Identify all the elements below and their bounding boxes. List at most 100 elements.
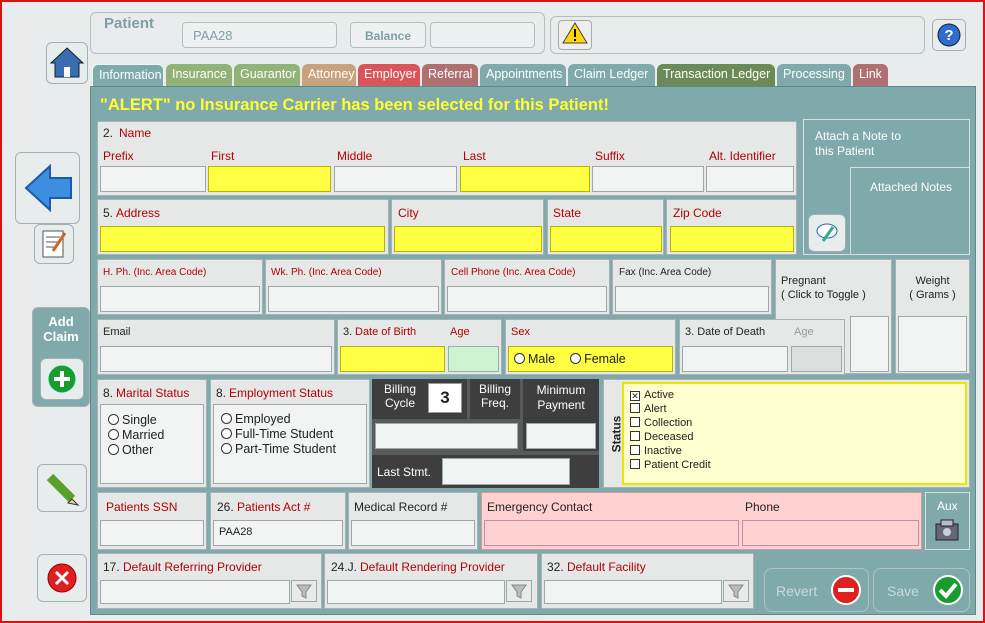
last-stmt-input[interactable]	[442, 458, 570, 485]
middle-label: Middle	[337, 149, 373, 163]
alt-id-input[interactable]	[706, 166, 794, 192]
weight-input[interactable]	[898, 316, 967, 372]
pregnant-indicator[interactable]	[850, 316, 889, 372]
checkbox-icon[interactable]	[630, 445, 640, 455]
dod-age-label: Age	[794, 326, 814, 338]
home-phone-input[interactable]	[100, 286, 260, 312]
emergency-contact-input[interactable]	[484, 520, 739, 546]
address-input[interactable]	[100, 226, 385, 252]
tab-link[interactable]: Link	[853, 64, 888, 86]
middle-name-input[interactable]	[334, 166, 457, 192]
tab-attorney[interactable]: Attorney	[302, 64, 356, 86]
account-input[interactable]: PAA28	[213, 520, 343, 546]
status-item-label: Active	[644, 389, 674, 401]
emergency-phone-label: Phone	[745, 500, 780, 514]
tab-processing[interactable]: Processing	[777, 64, 851, 86]
dod-age-display	[791, 346, 842, 372]
edit-note-button[interactable]	[34, 224, 74, 264]
city-label: City	[398, 206, 419, 220]
employment-part-time[interactable]: Part-Time Student	[221, 442, 366, 457]
status-item[interactable]: ✕ Active	[630, 388, 965, 402]
status-item[interactable]: Patient Credit	[630, 458, 965, 472]
tab-guarantor[interactable]: Guarantor	[234, 64, 300, 86]
alert-message: "ALERT" no Insurance Carrier has been se…	[100, 96, 609, 114]
fax-input[interactable]	[615, 286, 769, 312]
alt-id-label: Alt. Identifier	[709, 149, 776, 163]
zip-input[interactable]	[670, 226, 794, 252]
aux-label: Aux	[937, 499, 958, 513]
rendering-label: Default Rendering Provider	[360, 560, 505, 574]
employment-title: Employment Status	[229, 386, 334, 400]
checkbox-icon[interactable]	[630, 431, 640, 441]
edit-button[interactable]	[37, 464, 87, 512]
billing-freq-input[interactable]	[375, 423, 518, 449]
close-button[interactable]	[37, 554, 87, 602]
checkbox-icon[interactable]	[630, 417, 640, 427]
state-input[interactable]	[550, 226, 662, 252]
sex-male-option[interactable]: Male	[514, 352, 555, 366]
ssn-input[interactable]	[100, 520, 204, 546]
status-item[interactable]: Deceased	[630, 430, 965, 444]
status-item[interactable]: Alert	[630, 402, 965, 416]
rendering-filter-icon[interactable]	[506, 580, 532, 602]
employment-full-time[interactable]: Full-Time Student	[221, 427, 366, 442]
min-payment-input[interactable]	[526, 423, 596, 449]
work-phone-input[interactable]	[268, 286, 439, 312]
first-name-input[interactable]	[208, 166, 331, 192]
prefix-input[interactable]	[100, 166, 206, 192]
referring-provider-select[interactable]	[100, 580, 290, 604]
tab-information[interactable]: Information	[92, 64, 164, 88]
zip-label: Zip Code	[673, 206, 722, 220]
facility-select[interactable]	[544, 580, 722, 604]
tab-claim-ledger[interactable]: Claim Ledger	[568, 64, 655, 86]
facility-num: 32.	[547, 560, 564, 574]
marital-title: Marital Status	[116, 386, 190, 400]
back-button[interactable]	[15, 152, 80, 224]
tab-transaction-ledger[interactable]: Transaction Ledger	[657, 64, 775, 86]
home-button[interactable]	[46, 42, 88, 84]
sex-female-option[interactable]: Female	[570, 352, 626, 366]
checkbox-icon[interactable]	[630, 403, 640, 413]
dob-input[interactable]	[340, 346, 445, 372]
cell-phone-input[interactable]	[447, 286, 607, 312]
mrn-input[interactable]	[351, 520, 475, 546]
dob-label: Date of Birth	[355, 326, 417, 338]
patient-id-field[interactable]: PAA28	[182, 22, 337, 48]
referring-filter-icon[interactable]	[291, 580, 317, 602]
dod-input[interactable]	[682, 346, 788, 372]
rendering-num: 24.J.	[331, 560, 358, 574]
tab-insurance[interactable]: Insurance	[166, 64, 232, 86]
age-display	[448, 346, 499, 372]
last-stmt-label: Last Stmt.	[377, 465, 432, 479]
tab-appointments[interactable]: Appointments	[480, 64, 566, 86]
billing-cycle-value[interactable]: 3	[428, 383, 462, 413]
employment-options: Employed Full-Time Student Part-Time Stu…	[213, 404, 367, 484]
employment-employed[interactable]: Employed	[221, 412, 366, 427]
last-name-input[interactable]	[460, 166, 590, 192]
add-claim-button[interactable]	[40, 358, 84, 400]
status-item[interactable]: Collection	[630, 416, 965, 430]
city-input[interactable]	[394, 226, 542, 252]
marital-other[interactable]: Other	[108, 443, 203, 458]
checked-checkbox-icon[interactable]: ✕	[630, 391, 640, 401]
add-note-button[interactable]	[808, 214, 846, 252]
fax-label: Fax (Inc. Area Code)	[619, 267, 712, 278]
help-icon[interactable]: ?	[932, 19, 966, 51]
referring-num: 17.	[103, 560, 120, 574]
status-item[interactable]: Inactive	[630, 444, 965, 458]
checkbox-icon[interactable]	[630, 459, 640, 469]
email-input[interactable]	[100, 346, 332, 372]
emergency-phone-input[interactable]	[742, 520, 919, 546]
aux-icon[interactable]	[932, 516, 964, 544]
tab-referral[interactable]: Referral	[422, 64, 478, 86]
ssn-label: Patients SSN	[106, 500, 178, 514]
marital-married[interactable]: Married	[108, 428, 203, 443]
marital-single[interactable]: Single	[108, 413, 203, 428]
warning-icon[interactable]	[558, 20, 592, 50]
employment-num: 8.	[216, 386, 227, 400]
rendering-provider-select[interactable]	[327, 580, 505, 604]
suffix-input[interactable]	[592, 166, 704, 192]
tab-employer[interactable]: Employer	[358, 64, 420, 86]
status-item-label: Alert	[644, 403, 667, 415]
facility-filter-icon[interactable]	[723, 580, 749, 602]
